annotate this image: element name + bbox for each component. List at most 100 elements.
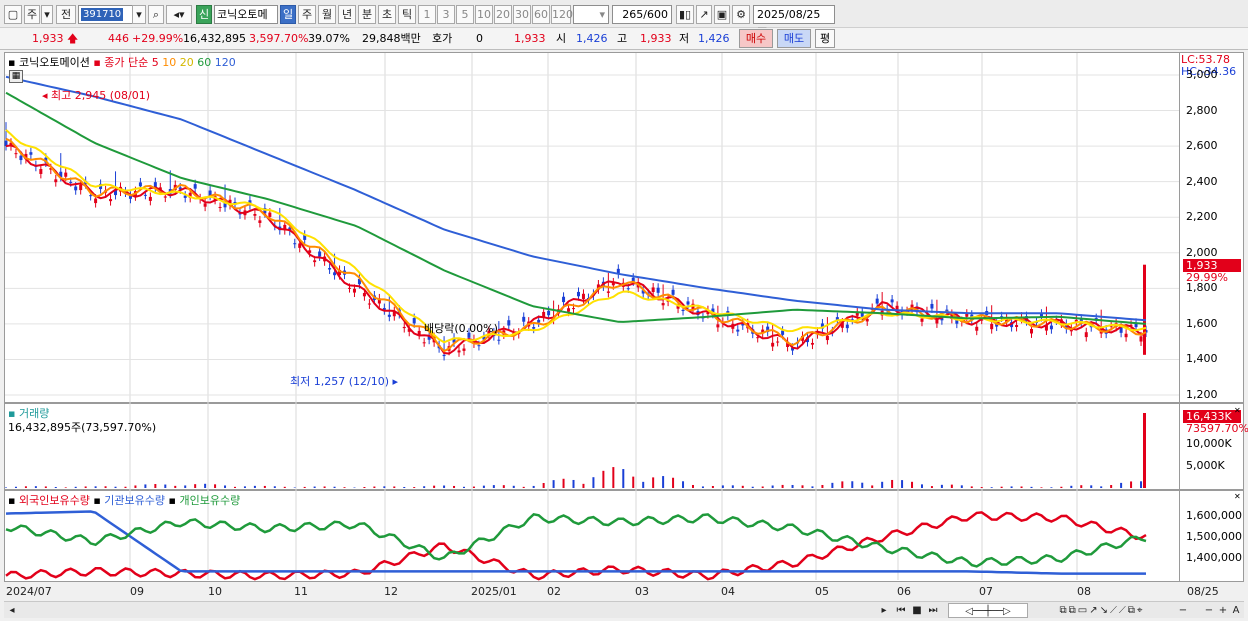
tab-month[interactable]: 월 xyxy=(318,5,336,24)
tab-day[interactable]: 일 xyxy=(280,5,296,24)
price-ytick: 1,600 xyxy=(1186,316,1218,330)
change-pct: +29.99% xyxy=(132,32,184,45)
prev-button[interactable]: 전 xyxy=(56,5,76,24)
interval-3[interactable]: 3 xyxy=(437,5,455,24)
date-label: 05 xyxy=(815,585,829,598)
tab-week[interactable]: 주 xyxy=(298,5,316,24)
sell-button[interactable]: 매도 xyxy=(777,29,811,48)
zoom-out-icon[interactable]: − xyxy=(1176,603,1190,618)
period-select[interactable]: 주 xyxy=(24,5,40,24)
tab-tick[interactable]: 틱 xyxy=(398,5,416,24)
date-label: 11 xyxy=(294,585,308,598)
scroll-left-icon[interactable]: ◂ xyxy=(6,603,18,618)
price-ytick: 2,600 xyxy=(1186,139,1218,153)
price-ytick: 1,200 xyxy=(1186,388,1218,401)
buy-button[interactable]: 매수 xyxy=(739,29,773,48)
individual-label: 개인보유수량 xyxy=(179,494,241,507)
count-field[interactable]: 265/600 xyxy=(612,5,672,24)
rewind-icon[interactable]: ⏮ xyxy=(894,603,908,618)
interval-1[interactable]: 1 xyxy=(418,5,436,24)
volume-panel[interactable] xyxy=(4,403,1180,490)
candle-icon[interactable]: ▮▯ xyxy=(676,5,694,24)
price-ytick: 2,400 xyxy=(1186,174,1218,188)
turnover-value: 39.07% xyxy=(308,32,350,45)
fast-forward-icon[interactable]: ⏭ xyxy=(926,603,940,618)
zoom-out-icon[interactable]: − xyxy=(1202,603,1216,618)
open-value: 1,426 xyxy=(576,32,608,45)
holdings-ytick: 1,400,000 xyxy=(1186,551,1242,564)
legend-square-icon: ▪ xyxy=(93,56,101,69)
zoom-in-icon[interactable]: + xyxy=(1216,603,1230,618)
date-label: 2024/07 xyxy=(6,585,52,598)
date-label: 07 xyxy=(979,585,993,598)
dividend-annotation: 배당락(0.00%) xyxy=(424,322,498,335)
tab-year[interactable]: 년 xyxy=(338,5,356,24)
price-ytick: 2,200 xyxy=(1186,210,1218,224)
interval-10[interactable]: 10 xyxy=(475,5,493,24)
interval-5[interactable]: 5 xyxy=(456,5,474,24)
search-icon[interactable]: ⌕ xyxy=(148,5,164,24)
low-value: 1,426 xyxy=(698,32,730,45)
scroll-right-icon[interactable]: ▸ xyxy=(878,603,890,618)
code-dropdown-icon[interactable]: ▾ xyxy=(132,5,146,24)
date-field[interactable]: 2025/08/25 ▦ xyxy=(753,5,835,38)
price-ytick: 1,400 xyxy=(1186,352,1218,366)
tab-second[interactable]: 초 xyxy=(378,5,396,24)
stock-name-field[interactable]: 코닉오토메 xyxy=(214,5,278,24)
price-panel[interactable] xyxy=(4,52,1180,403)
legend-square-icon: ▪ xyxy=(168,494,176,507)
open-label: 시 xyxy=(556,32,567,45)
price-value: 1,933 🡅 xyxy=(32,32,79,45)
holdings-ytick: 1,500,000 xyxy=(1186,530,1242,543)
stock-name-label: 코닉오토메이션 xyxy=(18,56,90,69)
zoom-slider[interactable]: ◁──┼──▷ xyxy=(948,603,1028,618)
interval-custom-input[interactable]: ▾ xyxy=(573,5,609,24)
new-label-badge[interactable]: 신 xyxy=(196,5,212,24)
date-label: 2025/01 xyxy=(471,585,517,598)
ask-value: 1,933 xyxy=(514,32,546,45)
volume-ytick: 5,000K xyxy=(1186,459,1225,472)
last-pct-tag: 29.99% xyxy=(1186,271,1228,284)
trend-line-icon[interactable]: ↗ xyxy=(696,5,712,24)
menu-icon[interactable]: ▢ xyxy=(4,5,22,24)
speaker-icon[interactable]: ◂▾ xyxy=(166,5,192,24)
low-label: 저 xyxy=(679,32,690,45)
volume-readout: 16,432,895주(73,597.70%) xyxy=(8,421,157,434)
date-axis: 2024/07 09 10 11 12 2025/01 02 03 04 05 … xyxy=(4,583,1244,600)
date-label: 04 xyxy=(721,585,735,598)
ma60-label: 60 xyxy=(197,56,212,69)
date-label: 09 xyxy=(130,585,144,598)
close-icon[interactable]: ✕ xyxy=(1234,492,1241,501)
drawing-tools-icon[interactable]: ⧉⧉▭↗↘⟋⟋⧉⌖ xyxy=(1032,603,1172,618)
price-legend: ▪ 코닉오토메이션 ▪ 종가 단순 5 10 20 60 120 xyxy=(8,54,236,70)
date-label: 08 xyxy=(1077,585,1091,598)
table-icon[interactable]: ▦ xyxy=(9,70,23,83)
volume-ytick: 10,000K xyxy=(1186,437,1232,450)
interval-dropdown-icon[interactable]: ▾ xyxy=(599,6,605,23)
ma5-label: 5 xyxy=(151,56,159,69)
interval-30[interactable]: 30 xyxy=(513,5,531,24)
date-label: 12 xyxy=(384,585,398,598)
period-dropdown-icon[interactable]: ▾ xyxy=(41,5,53,24)
institution-label: 기관보유수량 xyxy=(104,494,166,507)
volume-ratio: 3,597.70% xyxy=(249,32,309,45)
interval-120[interactable]: 120 xyxy=(551,5,573,24)
tab-minute[interactable]: 분 xyxy=(358,5,376,24)
interval-20[interactable]: 20 xyxy=(494,5,512,24)
interval-60[interactable]: 60 xyxy=(532,5,550,24)
chart-scrollbar[interactable]: ◂ ▸ ⏮ ■ ⏭ ◁──┼──▷ ⧉⧉▭↗↘⟋⟋⧉⌖ − − + A xyxy=(4,601,1244,618)
close-icon[interactable]: ✕ xyxy=(1234,406,1241,415)
high-value: 1,933 xyxy=(640,32,672,45)
ma120-label: 120 xyxy=(214,56,236,69)
font-size-icon[interactable]: A xyxy=(1230,603,1242,618)
legend-square-icon: ▪ xyxy=(8,56,16,69)
gear-icon[interactable]: ⚙ xyxy=(732,5,750,24)
stop-icon[interactable]: ■ xyxy=(910,603,924,618)
date-label: 06 xyxy=(897,585,911,598)
ma20-label: 20 xyxy=(179,56,194,69)
save-icon[interactable]: ▣ xyxy=(714,5,730,24)
price-ytick: 2,800 xyxy=(1186,103,1218,117)
low-annotation: 최저 1,257 (12/10) ▸ xyxy=(290,375,399,388)
price-ytick: 3,000 xyxy=(1186,68,1218,81)
eval-button[interactable]: 평 xyxy=(815,29,835,48)
